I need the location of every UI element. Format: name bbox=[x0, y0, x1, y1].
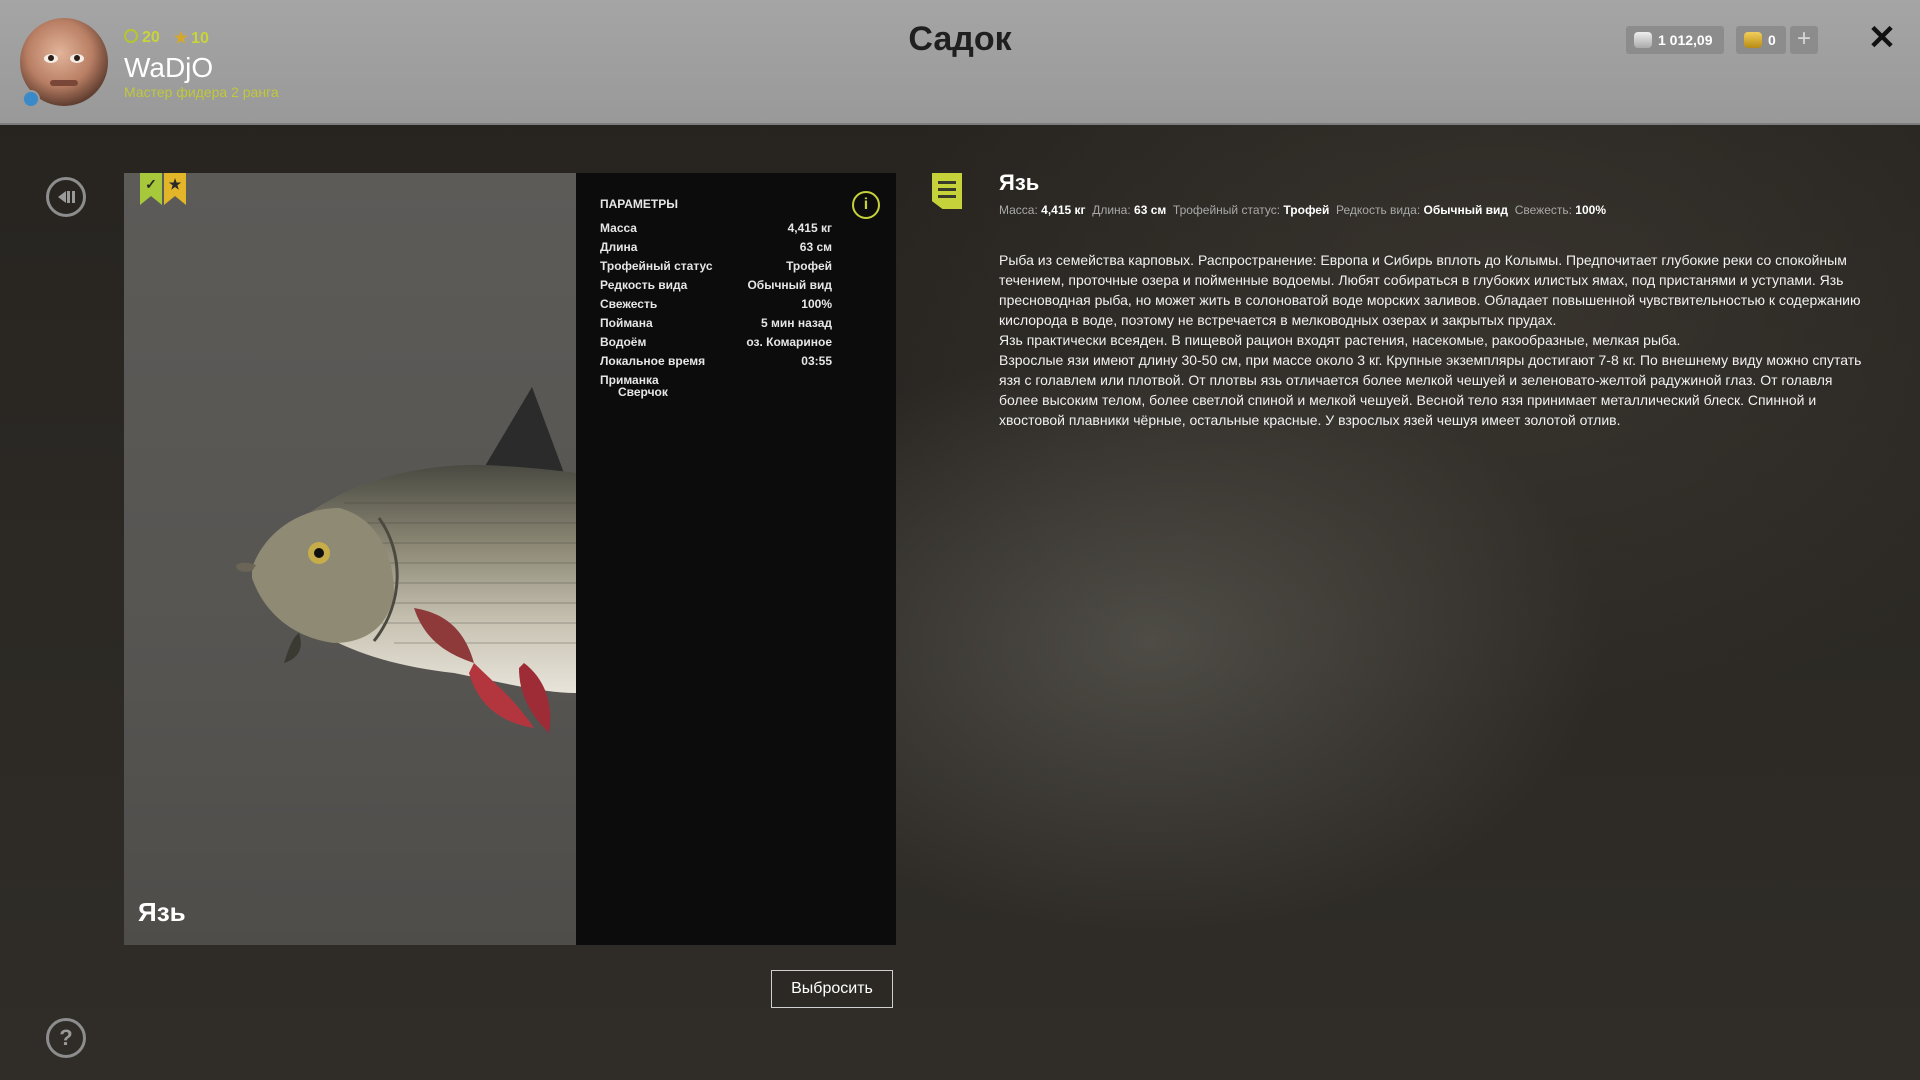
summary-label: Масса: bbox=[999, 203, 1038, 217]
avatar-mouth bbox=[50, 80, 78, 86]
fish-3d-view[interactable] bbox=[124, 173, 576, 945]
summary-label: Трофейный статус: bbox=[1172, 203, 1281, 217]
parameters-title: ПАРАМЕТРЫ bbox=[600, 197, 678, 211]
fish-image bbox=[236, 387, 576, 733]
param-value: 63 см bbox=[799, 240, 832, 254]
parameters-panel: ПАРАМЕТРЫ i Масса 4,415 кг Длина 63 см Т… bbox=[576, 173, 896, 945]
param-label: Свежесть bbox=[600, 297, 658, 311]
param-row: Локальное время 03:55 bbox=[600, 354, 832, 368]
back-button[interactable] bbox=[46, 177, 86, 217]
summary-label: Длина: bbox=[1092, 203, 1131, 217]
summary-value: Обычный вид bbox=[1423, 203, 1509, 217]
player-rank: Мастер фидера 2 ранга bbox=[124, 84, 279, 100]
description-paragraph: Рыба из семейства карповых. Распростране… bbox=[999, 252, 1861, 328]
param-row: Масса 4,415 кг bbox=[600, 221, 832, 235]
summary-value: 100% bbox=[1575, 203, 1606, 217]
close-button[interactable]: ✕ bbox=[1864, 20, 1900, 56]
fish-name: Язь bbox=[138, 897, 186, 927]
description-paragraph: Взрослые язи имеют длину 30-50 см, при м… bbox=[999, 352, 1862, 428]
description-text: Рыба из семейства карповых. Распростране… bbox=[999, 250, 1867, 430]
help-button[interactable]: ? bbox=[46, 1018, 86, 1058]
param-row: Поймана 5 мин назад bbox=[600, 316, 832, 330]
param-row: Трофейный статус Трофей bbox=[600, 259, 832, 273]
gold-coin-icon bbox=[1744, 32, 1762, 48]
discard-button[interactable]: Выбросить bbox=[771, 970, 893, 1008]
param-value: 100% bbox=[801, 297, 832, 311]
bait-value: Сверчок bbox=[618, 385, 668, 399]
fish-summary: Масса: 4,415 кг Длина: 63 см Трофейный с… bbox=[999, 203, 1606, 217]
description-paragraph: Язь практически всеяден. В пищевой рацио… bbox=[999, 332, 1681, 348]
summary-value: 4,415 кг bbox=[1041, 203, 1086, 217]
param-label: Редкость вида bbox=[600, 278, 688, 292]
silver-amount: 1 012,09 bbox=[1658, 32, 1713, 48]
silver-balance[interactable]: 1 012,09 bbox=[1626, 26, 1724, 54]
summary-label: Свежесть: bbox=[1514, 203, 1572, 217]
param-label: Трофейный статус bbox=[600, 259, 713, 273]
summary-label: Редкость вида: bbox=[1336, 203, 1421, 217]
param-value: оз. Комариное bbox=[746, 335, 832, 349]
param-value: 5 мин назад bbox=[760, 316, 832, 330]
online-badge-icon bbox=[22, 90, 40, 108]
top-bar: 20 ★ 10 WaDjO Мастер фидера 2 ранга Садок… bbox=[0, 0, 1920, 125]
param-label: Поймана bbox=[600, 316, 653, 330]
param-value: Трофей bbox=[786, 259, 832, 273]
document-icon bbox=[932, 173, 962, 209]
param-label: Локальное время bbox=[600, 354, 706, 368]
gold-amount: 0 bbox=[1768, 32, 1776, 48]
gold-balance[interactable]: 0 bbox=[1736, 26, 1786, 54]
param-label: Длина bbox=[600, 240, 638, 254]
add-currency-button[interactable]: + bbox=[1790, 26, 1818, 54]
description-title: Язь bbox=[999, 170, 1040, 195]
param-row: Редкость вида Обычный вид bbox=[600, 278, 832, 292]
silver-coin-icon bbox=[1634, 32, 1652, 48]
param-value: 03:55 bbox=[801, 354, 832, 368]
param-value: Обычный вид bbox=[747, 278, 832, 292]
back-icon bbox=[58, 191, 75, 203]
summary-value: 63 см bbox=[1134, 203, 1167, 217]
info-icon[interactable]: i bbox=[852, 191, 880, 219]
param-label: Водоём bbox=[600, 335, 647, 349]
param-row: Длина 63 см bbox=[600, 240, 832, 254]
summary-value: Трофей bbox=[1283, 203, 1330, 217]
param-row: Водоём оз. Комариное bbox=[600, 335, 832, 349]
fish-card: ✓ ★ Язь ПАРАМЕТРЫ i Масса 4,415 кг Длина… bbox=[124, 173, 896, 945]
param-row: Свежесть 100% bbox=[600, 297, 832, 311]
param-value: 4,415 кг bbox=[787, 221, 832, 235]
param-label: Масса bbox=[600, 221, 637, 235]
